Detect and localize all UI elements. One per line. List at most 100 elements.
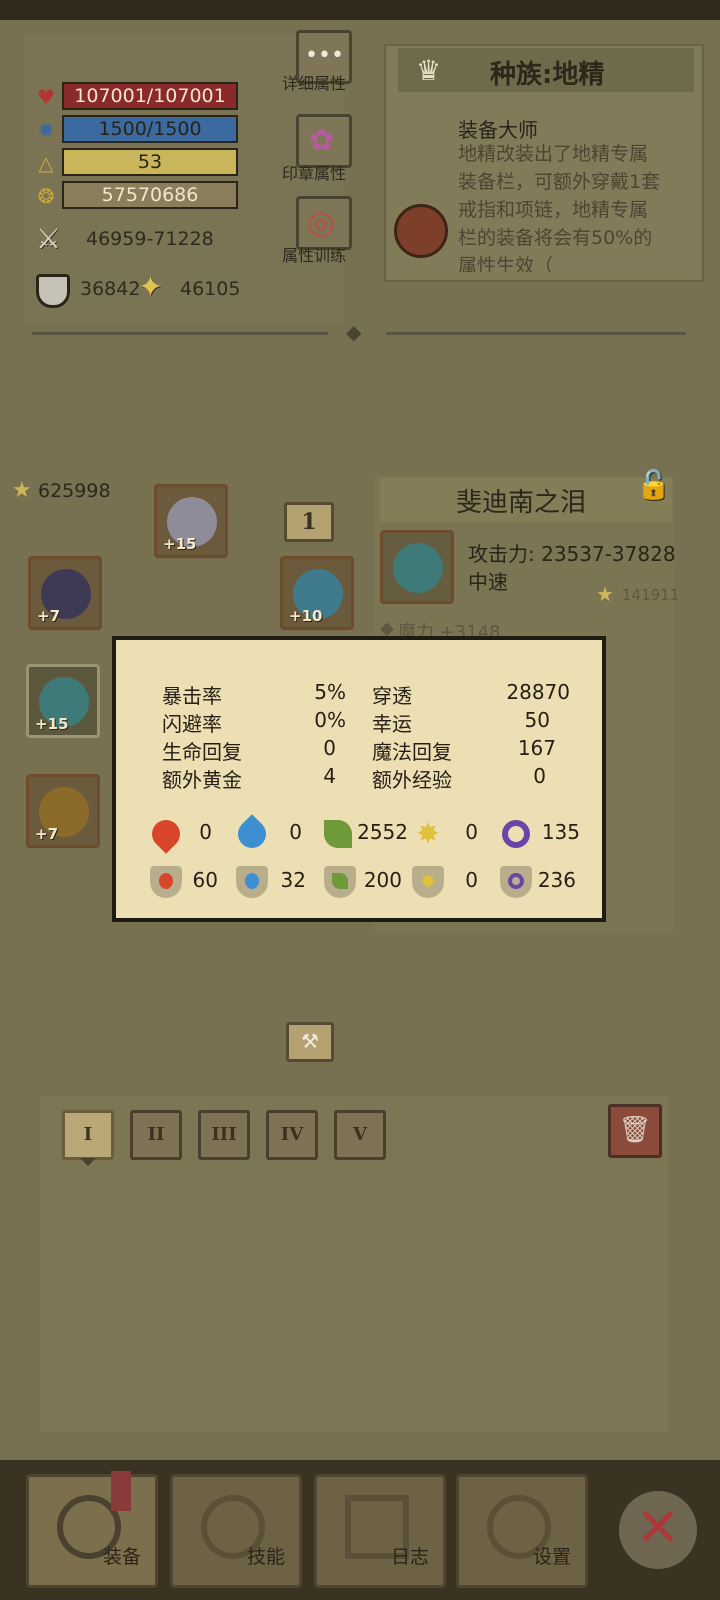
inventory-tab-label: V bbox=[353, 1124, 367, 1145]
gear-level: +15 bbox=[163, 535, 197, 553]
inventory-tab-label: I bbox=[83, 1124, 93, 1145]
inventory-tab-i[interactable]: I bbox=[62, 1110, 114, 1160]
mana-gear-icon: ✹ bbox=[37, 118, 55, 142]
nav-log-button[interactable]: 日志 bbox=[314, 1474, 446, 1588]
close-button[interactable]: ✕ bbox=[614, 1486, 702, 1574]
hp-value: 107001/107001 bbox=[74, 85, 226, 107]
staff-icon bbox=[393, 543, 443, 593]
stat-value: 0 bbox=[323, 736, 336, 760]
inventory-sort-icon[interactable]: ⚒ bbox=[286, 1022, 334, 1062]
stat-value: 5% bbox=[314, 680, 346, 704]
water-shield-icon bbox=[236, 866, 268, 898]
crossed-swords-icon: ⚔ bbox=[36, 222, 62, 255]
gold-value: 57570686 bbox=[101, 184, 199, 206]
seal-attributes-label: 印章属性 bbox=[282, 164, 347, 183]
stat-value: 0% bbox=[314, 708, 346, 732]
level-triangle-icon: △ bbox=[38, 151, 54, 175]
nav-equip-button[interactable]: 装备 bbox=[26, 1471, 158, 1588]
stat-label: 生命回复 bbox=[162, 740, 242, 764]
stat-label: 额外经验 bbox=[372, 768, 452, 792]
inventory-tab-ii[interactable]: II bbox=[130, 1110, 182, 1160]
gear-slot-ring[interactable]: +7 bbox=[28, 556, 102, 630]
inventory-tab-v[interactable]: V bbox=[334, 1110, 386, 1160]
dark-vortex-icon bbox=[502, 820, 530, 848]
item-speed: 中速 bbox=[468, 570, 508, 594]
gear-slot-crown[interactable]: +15 bbox=[154, 484, 228, 558]
gear-level: +7 bbox=[35, 825, 59, 843]
light-shield-icon: ✸ bbox=[412, 866, 444, 898]
mp-bar: 1500/1500 bbox=[62, 115, 238, 143]
stat-value: 28870 bbox=[506, 680, 570, 704]
magic-resist-icon: ✦ bbox=[138, 270, 164, 305]
stat-value: 0 bbox=[533, 764, 546, 788]
dark-shield-icon bbox=[500, 866, 532, 898]
nav-settings-button[interactable]: 设置 bbox=[456, 1474, 588, 1588]
water-damage-value: 0 bbox=[289, 820, 302, 844]
nature-damage-value: 2552 bbox=[357, 820, 408, 844]
race-emblem-icon: ♛ bbox=[416, 54, 442, 87]
nav-skills-label: 技能 bbox=[246, 1546, 285, 1568]
power-score: 625998 bbox=[38, 480, 111, 502]
gear-level: +15 bbox=[35, 715, 69, 733]
fire-damage-value: 0 bbox=[199, 820, 212, 844]
stat-label: 额外黄金 bbox=[162, 768, 242, 792]
xp-bar: 53 bbox=[62, 148, 238, 176]
attributes-popup: 暴击率 5% 穿透 28870 闪避率 0% 幸运 50 生命回复 0 魔法回复… bbox=[112, 636, 606, 922]
game-screen: ♥ 107001/107001 ✹ 1500/1500 △ 53 ❂ 57570… bbox=[0, 0, 720, 1600]
water-icon bbox=[232, 814, 272, 854]
stat-label: 幸运 bbox=[372, 712, 412, 736]
item-name: 斐迪南之泪 bbox=[456, 488, 587, 518]
race-description: 地精改装出了地精专属装备栏，可额外穿戴1套戒指和项链，地精专属栏的装备将会有50… bbox=[458, 143, 661, 272]
inventory-tab-label: II bbox=[147, 1124, 165, 1145]
trash-button[interactable]: 🗑 bbox=[608, 1104, 662, 1158]
heart-icon: ♥ bbox=[37, 85, 55, 109]
nature-shield-icon bbox=[324, 866, 356, 898]
water-resist-value: 32 bbox=[280, 868, 306, 892]
gear-set-number[interactable]: 1 bbox=[284, 502, 334, 542]
inventory-tab-iv[interactable]: IV bbox=[266, 1110, 318, 1160]
dark-damage-value: 135 bbox=[541, 820, 580, 844]
attribute-training-label: 属性训练 bbox=[282, 246, 347, 265]
nav-equip-label: 装备 bbox=[102, 1546, 141, 1568]
bookmark-ribbon bbox=[111, 1471, 131, 1511]
fire-resist-value: 60 bbox=[192, 868, 218, 892]
nav-settings-label: 设置 bbox=[532, 1546, 571, 1568]
gold-coins-icon: ❂ bbox=[37, 184, 55, 208]
stat-label: 穿透 bbox=[372, 684, 412, 708]
nav-log-label: 日志 bbox=[390, 1546, 429, 1568]
item-icon-frame bbox=[380, 530, 454, 604]
leaf-icon bbox=[324, 820, 352, 848]
magic-resist-value: 46105 bbox=[180, 278, 241, 300]
gear-slot-amulet[interactable]: +10 bbox=[280, 556, 354, 630]
race-ability-icon bbox=[394, 204, 448, 258]
mp-value: 1500/1500 bbox=[98, 118, 202, 140]
dark-resist-value: 236 bbox=[537, 868, 576, 892]
stat-value: 167 bbox=[517, 736, 556, 760]
stat-label: 暴击率 bbox=[162, 684, 222, 708]
trash-icon: 🗑 bbox=[618, 1115, 652, 1145]
hp-bar: 107001/107001 bbox=[62, 82, 238, 110]
flower-seal-icon: ✿ bbox=[309, 123, 335, 158]
unlock-icon[interactable]: 🔓 bbox=[636, 468, 676, 508]
fire-shield-icon bbox=[150, 866, 182, 898]
target-icon: ◎ bbox=[307, 203, 335, 241]
detailed-attributes-label: 详细属性 bbox=[282, 74, 347, 93]
inventory-tab-label: III bbox=[211, 1124, 237, 1145]
gear-slot-staff[interactable]: +15 bbox=[26, 664, 100, 738]
armor-value: 36842 bbox=[80, 278, 141, 300]
gear-slot-boots[interactable]: +7 bbox=[26, 774, 100, 848]
light-burst-icon: ✸ bbox=[416, 817, 440, 850]
inventory-tab-iii[interactable]: III bbox=[198, 1110, 250, 1160]
item-attack: 攻击力: 23537-37828 bbox=[468, 542, 676, 566]
gear-level: +10 bbox=[289, 607, 323, 625]
close-icon: ✕ bbox=[635, 1496, 681, 1559]
gear-level: +7 bbox=[37, 607, 61, 625]
dots-icon: ••• bbox=[305, 43, 344, 68]
star-icon: ★ bbox=[12, 478, 32, 503]
gold-bar: 57570686 bbox=[62, 181, 238, 209]
nature-resist-value: 200 bbox=[363, 868, 402, 892]
race-ability-name: 装备大师 bbox=[458, 118, 538, 142]
stat-value: 50 bbox=[524, 708, 550, 732]
item-score-star-icon: ★ bbox=[596, 582, 614, 606]
nav-skills-button[interactable]: 技能 bbox=[170, 1474, 302, 1588]
